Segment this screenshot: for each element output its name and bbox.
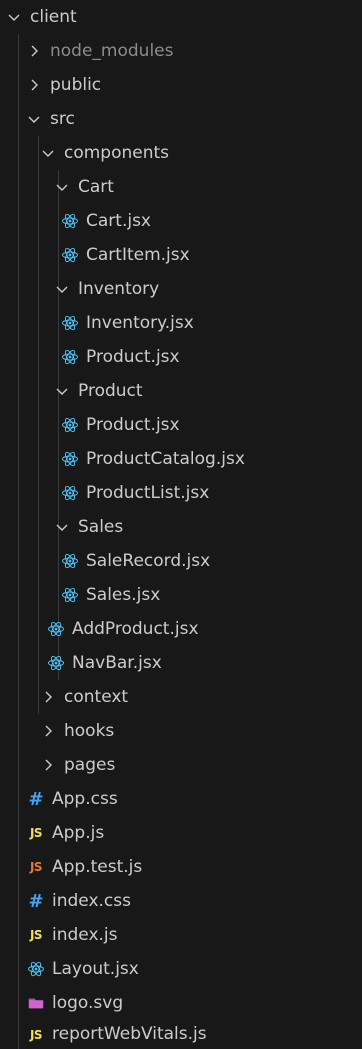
file-label: AddProduct.jsx (72, 619, 199, 639)
js-icon: JS (29, 928, 43, 942)
file-label: App.test.js (52, 857, 143, 877)
react-icon (60, 306, 80, 340)
chevron-right-icon (38, 714, 58, 748)
react-icon (60, 544, 80, 578)
react-icon (26, 952, 46, 986)
file-cartitem-jsx[interactable]: CartItem.jsx (0, 238, 362, 272)
folder-label: context (64, 687, 129, 707)
file-label: index.js (52, 925, 118, 945)
react-icon (46, 646, 66, 680)
chevron-down-icon (52, 272, 72, 306)
chevron-right-icon (38, 680, 58, 714)
file-label: Sales.jsx (86, 585, 161, 605)
react-icon (60, 578, 80, 612)
file-navbar-jsx[interactable]: NavBar.jsx (0, 646, 362, 680)
folder-src[interactable]: src (0, 102, 362, 136)
chevron-down-icon (4, 0, 24, 34)
file-product-product-jsx[interactable]: Product.jsx (0, 408, 362, 442)
file-app-js[interactable]: JS App.js (0, 816, 362, 850)
file-productcatalog-jsx[interactable]: ProductCatalog.jsx (0, 442, 362, 476)
chevron-right-icon (24, 68, 44, 102)
folder-label: hooks (64, 721, 115, 741)
folder-pages[interactable]: pages (0, 748, 362, 782)
chevron-down-icon (38, 136, 58, 170)
css-hash-icon: # (28, 890, 44, 912)
file-label: ProductList.jsx (86, 483, 210, 503)
folder-label: src (50, 109, 75, 129)
chevron-down-icon (24, 102, 44, 136)
file-reportwebvitals-js[interactable]: JS reportWebVitals.js (0, 1020, 362, 1049)
folder-label: Sales (78, 517, 124, 537)
file-inventory-jsx[interactable]: Inventory.jsx (0, 306, 362, 340)
folder-label: Cart (78, 177, 114, 197)
file-logo-svg[interactable]: logo.svg (0, 986, 362, 1020)
chevron-down-icon (52, 510, 72, 544)
react-icon (60, 442, 80, 476)
js-icon: JS (29, 1027, 43, 1042)
folder-label: Product (78, 381, 143, 401)
js-test-icon: JS (29, 860, 43, 874)
file-label: Product.jsx (86, 415, 180, 435)
folder-label: components (64, 143, 170, 163)
file-app-css[interactable]: # App.css (0, 782, 362, 816)
file-layout-jsx[interactable]: Layout.jsx (0, 952, 362, 986)
react-icon (60, 238, 80, 272)
folder-public[interactable]: public (0, 68, 362, 102)
file-label: reportWebVitals.js (52, 1024, 207, 1044)
css-hash-icon: # (28, 788, 44, 810)
folder-sales[interactable]: Sales (0, 510, 362, 544)
file-index-js[interactable]: JS index.js (0, 918, 362, 952)
folder-cart[interactable]: Cart (0, 170, 362, 204)
folder-label: node_modules (50, 41, 174, 61)
folder-product[interactable]: Product (0, 374, 362, 408)
folder-label: public (50, 75, 102, 95)
file-label: App.css (52, 789, 118, 809)
react-icon (60, 476, 80, 510)
file-inventory-product-jsx[interactable]: Product.jsx (0, 340, 362, 374)
folder-context[interactable]: context (0, 680, 362, 714)
folder-node-modules[interactable]: node_modules (0, 34, 362, 68)
file-addproduct-jsx[interactable]: AddProduct.jsx (0, 612, 362, 646)
file-salerecord-jsx[interactable]: SaleRecord.jsx (0, 544, 362, 578)
chevron-down-icon (52, 374, 72, 408)
chevron-right-icon (24, 34, 44, 68)
folder-client[interactable]: client (0, 0, 362, 34)
file-index-css[interactable]: # index.css (0, 884, 362, 918)
file-explorer: client node_modules public src component… (0, 0, 362, 1049)
folder-label: client (30, 7, 77, 27)
file-app-test-js[interactable]: JS App.test.js (0, 850, 362, 884)
folder-hooks[interactable]: hooks (0, 714, 362, 748)
react-icon (46, 612, 66, 646)
chevron-down-icon (52, 170, 72, 204)
file-label: SaleRecord.jsx (86, 551, 211, 571)
folder-label: Inventory (78, 279, 160, 299)
folder-label: pages (64, 755, 116, 775)
file-label: index.css (52, 891, 131, 911)
file-label: App.js (52, 823, 105, 843)
react-icon (60, 408, 80, 442)
file-label: Product.jsx (86, 347, 180, 367)
svg-file-icon (26, 986, 46, 1020)
file-label: Cart.jsx (86, 211, 151, 231)
file-label: ProductCatalog.jsx (86, 449, 245, 469)
file-label: Inventory.jsx (86, 313, 194, 333)
file-label: CartItem.jsx (86, 245, 190, 265)
react-icon (60, 204, 80, 238)
file-productlist-jsx[interactable]: ProductList.jsx (0, 476, 362, 510)
file-sales-jsx[interactable]: Sales.jsx (0, 578, 362, 612)
file-label: logo.svg (52, 993, 124, 1013)
js-icon: JS (29, 826, 43, 840)
folder-inventory[interactable]: Inventory (0, 272, 362, 306)
chevron-right-icon (38, 748, 58, 782)
folder-components[interactable]: components (0, 136, 362, 170)
file-label: NavBar.jsx (72, 653, 162, 673)
react-icon (60, 340, 80, 374)
file-cart-jsx[interactable]: Cart.jsx (0, 204, 362, 238)
file-label: Layout.jsx (52, 959, 139, 979)
